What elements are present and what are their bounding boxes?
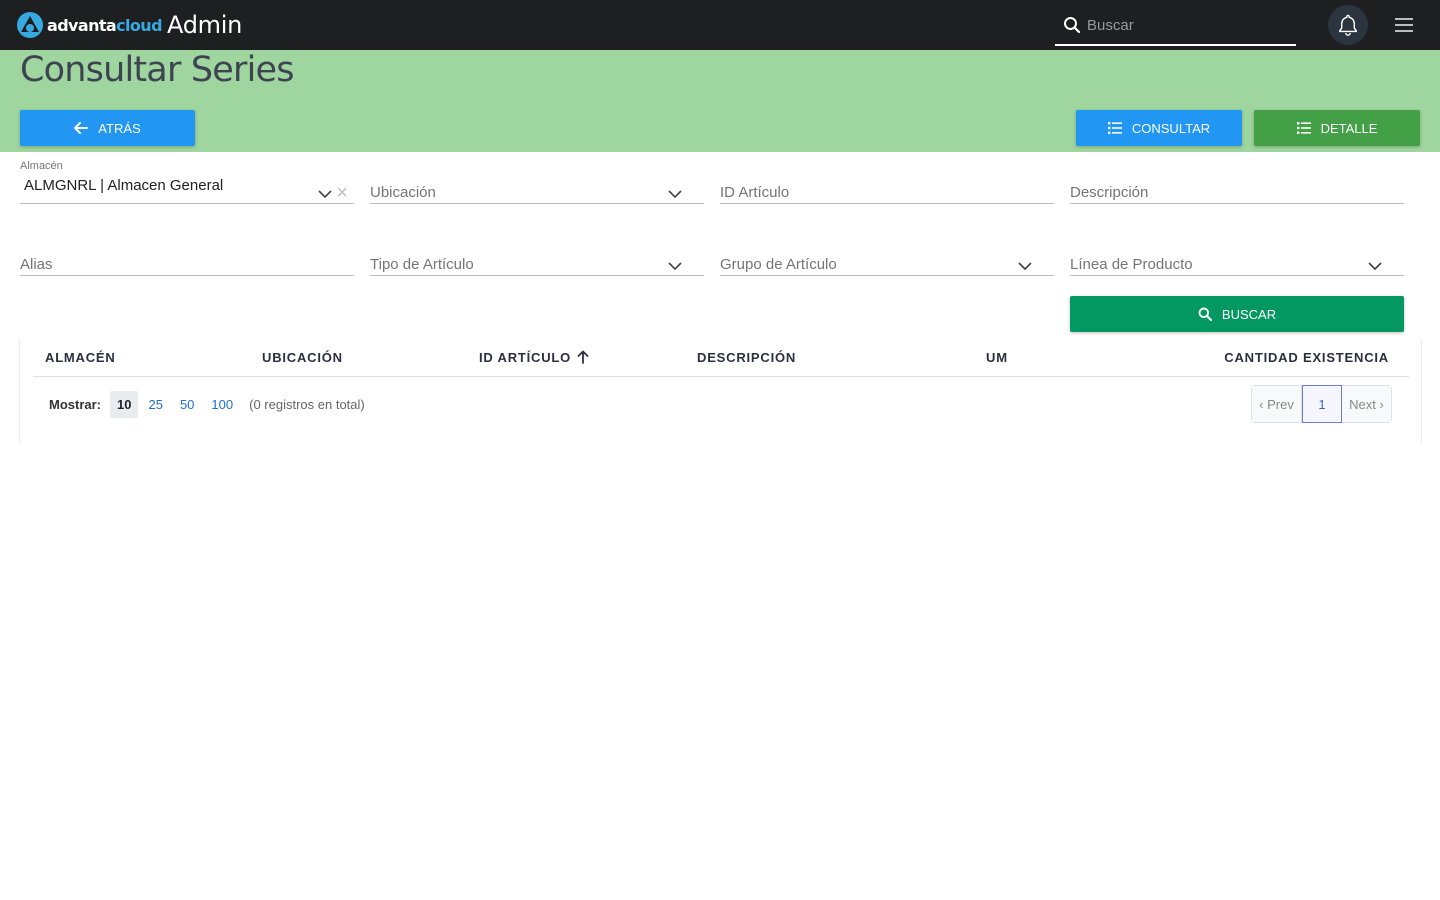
results-table: ALMACÉN UBICACIÓN ID ARTÍCULO DESCRIPCIÓ… xyxy=(19,340,1422,443)
detalle-button[interactable]: DETALLE xyxy=(1254,110,1420,146)
alias-field[interactable]: Alias xyxy=(20,242,354,276)
total-records: (0 registros en total) xyxy=(249,396,365,412)
descripcion-field[interactable]: Descripción xyxy=(1070,170,1404,204)
page-size-50[interactable]: 50 xyxy=(173,391,201,418)
chevron-down-icon xyxy=(668,262,682,271)
chevron-down-icon[interactable] xyxy=(318,187,332,201)
tipo-articulo-select[interactable]: Tipo de Artículo xyxy=(370,242,704,276)
almacen-select[interactable]: ALMGNRL | Almacen General × xyxy=(20,170,354,204)
global-search xyxy=(1055,6,1296,46)
grupo-articulo-placeholder: Grupo de Artículo xyxy=(720,256,837,273)
next-page-button[interactable]: Next › xyxy=(1342,386,1391,422)
logo-text: advantacloud xyxy=(47,15,163,35)
descripcion-placeholder: Descripción xyxy=(1070,184,1149,201)
show-label: Mostrar: xyxy=(49,396,102,412)
page-title: Consultar Series xyxy=(20,50,295,90)
detalle-button-label: DETALLE xyxy=(1320,120,1378,136)
sort-ascending-icon[interactable] xyxy=(577,350,589,364)
advanta-logo-icon xyxy=(17,12,43,38)
clear-icon[interactable]: × xyxy=(336,183,348,203)
linea-producto-select[interactable]: Línea de Producto xyxy=(1070,242,1404,276)
arrow-left-icon xyxy=(74,122,89,134)
column-header-almacen[interactable]: ALMACÉN xyxy=(45,350,116,365)
column-header-um[interactable]: UM xyxy=(986,350,1008,365)
tipo-articulo-placeholder: Tipo de Artículo xyxy=(370,256,474,273)
page-size-10[interactable]: 10 xyxy=(110,390,139,418)
brand-logo[interactable]: advantacloud xyxy=(16,11,163,39)
app-title: Admin xyxy=(167,11,242,39)
ubicacion-placeholder: Ubicación xyxy=(370,184,436,201)
page-size-selector: Mostrar: 10 25 50 100 (0 registros en to… xyxy=(49,390,365,418)
column-header-id-articulo[interactable]: ID ARTÍCULO xyxy=(479,350,589,365)
hamburger-menu-icon[interactable] xyxy=(1393,16,1415,34)
page-size-100[interactable]: 100 xyxy=(204,391,240,418)
chevron-down-icon xyxy=(1018,262,1032,271)
page-size-25[interactable]: 25 xyxy=(141,391,169,418)
ubicacion-select[interactable]: Ubicación xyxy=(370,170,704,204)
chevron-down-icon xyxy=(1368,262,1382,271)
search-icon xyxy=(1064,17,1081,34)
id-articulo-placeholder: ID Artículo xyxy=(720,184,790,201)
notifications-button[interactable] xyxy=(1328,5,1368,45)
column-header-ubicacion[interactable]: UBICACIÓN xyxy=(262,350,343,365)
id-articulo-field[interactable]: ID Artículo xyxy=(720,170,1054,204)
table-header: ALMACÉN UBICACIÓN ID ARTÍCULO DESCRIPCIÓ… xyxy=(33,340,1409,377)
list-icon xyxy=(1296,122,1311,134)
chevron-down-icon xyxy=(668,190,682,199)
logo-text-advanta: advanta xyxy=(47,15,117,35)
consultar-button[interactable]: CONSULTAR xyxy=(1076,110,1242,146)
list-icon xyxy=(1107,122,1122,134)
consultar-button-label: CONSULTAR xyxy=(1131,120,1211,136)
column-header-descripcion[interactable]: DESCRIPCIÓN xyxy=(697,350,796,365)
back-button[interactable]: ATRÁS xyxy=(20,110,195,146)
bell-icon xyxy=(1339,14,1357,36)
buscar-button-label: BUSCAR xyxy=(1221,306,1277,322)
back-button-label: ATRÁS xyxy=(98,120,141,136)
column-header-id-articulo-label: ID ARTÍCULO xyxy=(479,350,572,365)
grupo-articulo-select[interactable]: Grupo de Artículo xyxy=(720,242,1054,276)
logo-text-cloud: cloud xyxy=(116,15,162,35)
alias-placeholder: Alias xyxy=(20,256,53,273)
search-input[interactable] xyxy=(1087,11,1287,39)
almacen-value: ALMGNRL | Almacen General xyxy=(24,177,224,194)
search-icon xyxy=(1198,307,1212,321)
top-navbar: advantacloud Admin xyxy=(0,0,1440,50)
pagination: ‹ Prev 1 Next › xyxy=(1251,385,1392,423)
prev-page-button[interactable]: ‹ Prev xyxy=(1252,386,1302,422)
column-header-cantidad-existencia[interactable]: CANTIDAD EXISTENCIA xyxy=(1224,350,1389,365)
linea-producto-placeholder: Línea de Producto xyxy=(1070,256,1193,273)
buscar-button[interactable]: BUSCAR xyxy=(1070,296,1404,332)
page-1-button[interactable]: 1 xyxy=(1302,385,1342,423)
